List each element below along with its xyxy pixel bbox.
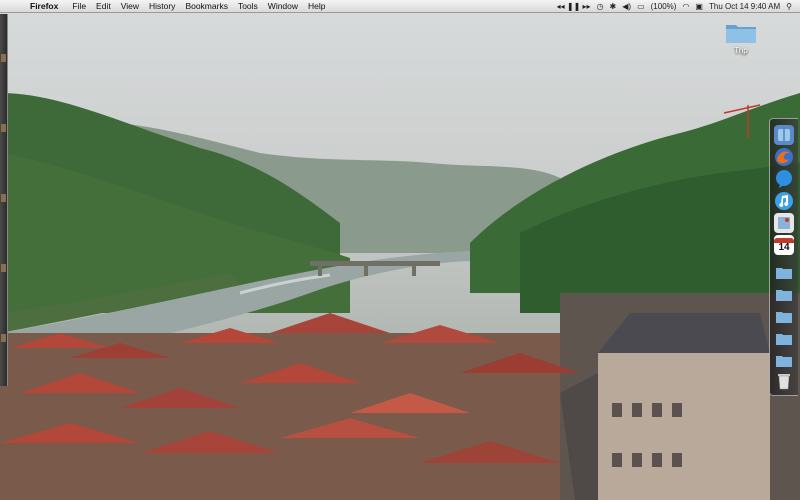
folder-stack-icon[interactable]: [774, 307, 794, 327]
media-controls-icon[interactable]: ◂◂ ❚❚ ▸▸: [557, 2, 591, 11]
menu-tools[interactable]: Tools: [238, 1, 258, 11]
input-source-icon[interactable]: ▣: [695, 2, 703, 11]
folder-stack-icon[interactable]: [774, 285, 794, 305]
preview-icon[interactable]: [774, 213, 794, 233]
battery-percent: (100%): [650, 1, 677, 11]
bluetooth-icon[interactable]: ✱: [610, 2, 617, 11]
menu-edit[interactable]: Edit: [96, 1, 111, 11]
menu-window[interactable]: Window: [268, 1, 298, 11]
strip-marker: [1, 124, 6, 132]
menu-bookmarks[interactable]: Bookmarks: [185, 1, 228, 11]
battery-icon[interactable]: ▭: [637, 2, 645, 11]
ical-day: 14: [778, 241, 790, 253]
trash-icon[interactable]: [774, 371, 794, 391]
desktop-wallpaper: [0, 13, 800, 500]
volume-icon[interactable]: ◀): [622, 2, 631, 11]
menu-view[interactable]: View: [121, 1, 139, 11]
wallpaper-landscape: [0, 93, 800, 500]
menu-help[interactable]: Help: [308, 1, 325, 11]
left-window-edge: [0, 14, 8, 386]
menu-clock[interactable]: Thu Oct 14 9:40 AM: [709, 2, 780, 11]
finder-icon[interactable]: [774, 125, 794, 145]
ichat-icon[interactable]: [774, 169, 794, 189]
spotlight-search-icon[interactable]: ⚲: [786, 2, 792, 11]
menu-bar: Firefox File Edit View History Bookmarks…: [0, 0, 800, 13]
dock: 14: [769, 118, 798, 396]
downloads-stack-icon[interactable]: [774, 351, 794, 371]
desktop-folder-trip[interactable]: Trip: [722, 22, 760, 55]
folder-stack-icon[interactable]: [774, 263, 794, 283]
folder-stack-icon[interactable]: [774, 329, 794, 349]
strip-marker: [1, 264, 6, 272]
menu-file[interactable]: File: [72, 1, 86, 11]
folder-label: Trip: [734, 46, 748, 55]
app-menu-firefox[interactable]: Firefox: [30, 1, 58, 11]
wifi-icon[interactable]: ◠: [682, 2, 689, 11]
strip-marker: [1, 194, 6, 202]
menu-extras: ◂◂ ❚❚ ▸▸ ◷ ✱ ◀) ▭ (100%) ◠ ▣ Thu Oct 14 …: [557, 0, 792, 12]
itunes-icon[interactable]: [774, 191, 794, 211]
strip-marker: [1, 54, 6, 62]
menu-history[interactable]: History: [149, 1, 175, 11]
ical-icon[interactable]: 14: [774, 235, 794, 255]
folder-icon[interactable]: [725, 22, 757, 44]
strip-marker: [1, 334, 6, 342]
firefox-icon[interactable]: [774, 147, 794, 167]
time-machine-icon[interactable]: ◷: [597, 2, 604, 11]
